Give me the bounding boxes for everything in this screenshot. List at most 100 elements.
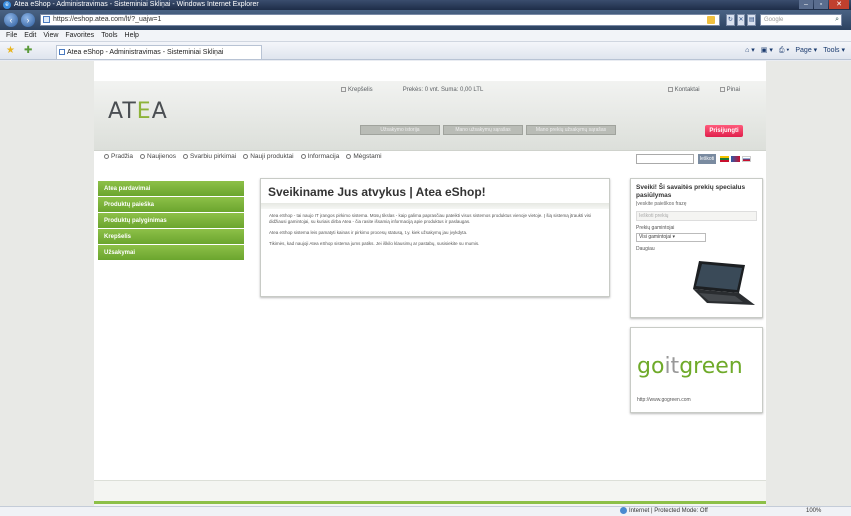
forward-button[interactable]: › <box>21 13 35 27</box>
cart-totals: Prekės: 0 vnt. Suma: 0,00 LTL <box>402 87 484 93</box>
cart-link[interactable]: Krepšelis <box>341 87 373 93</box>
window-title: Atea eShop - Administravimas - Sistemini… <box>14 1 259 8</box>
flag-lt-icon[interactable] <box>720 156 729 162</box>
leftnav-item-product-search[interactable]: Produktų paieška <box>98 197 244 213</box>
favorites-star-icon[interactable]: ★ <box>6 45 15 57</box>
close-button[interactable]: ✕ <box>829 0 849 9</box>
menu-help[interactable]: Help <box>125 30 139 41</box>
subnav-new-products[interactable]: Nauji produktai <box>243 153 294 160</box>
menu-edit[interactable]: Edit <box>24 30 36 41</box>
login-button[interactable]: Prisijungti <box>705 125 743 137</box>
welcome-title: Sveikiname Jus atvykus | Atea eShop! <box>268 185 486 199</box>
welcome-paragraph: Atea eShop sistema leis pamatyti kainas … <box>269 230 468 235</box>
atea-logo[interactable]: ATEA <box>108 99 168 124</box>
page-icon <box>43 16 50 23</box>
contacts-icon <box>667 87 673 92</box>
leftnav-item-cart[interactable]: Krepšelis <box>98 229 244 245</box>
my-orders-button[interactable]: Mano užsakymų sąrašas <box>443 125 523 135</box>
ie-icon: e <box>3 1 11 9</box>
subnav-home[interactable]: Pradžia <box>104 153 133 160</box>
bullet-icon <box>182 153 188 159</box>
favorites-bar: ★ ✚ Atea eShop - Administravimas - Siste… <box>0 42 851 60</box>
more-link[interactable]: Daugiau <box>631 246 762 252</box>
tools-menu[interactable]: Tools ▾ <box>823 45 845 57</box>
lock-icon[interactable] <box>707 16 715 24</box>
browser-tab[interactable]: Atea eShop - Administravimas - Sistemini… <box>56 45 262 59</box>
pins-link[interactable]: Pinai <box>719 87 740 93</box>
browser-tab-title: Atea eShop - Administravimas - Sistemini… <box>67 49 224 56</box>
refresh-icon[interactable]: ↻ <box>726 14 735 26</box>
menu-favorites[interactable]: Favorites <box>65 30 94 41</box>
subnav-news[interactable]: Naujienos <box>140 153 176 160</box>
leftnav-item-sales[interactable]: Atea pardavimai <box>98 181 244 197</box>
page-menu[interactable]: Page ▾ <box>795 45 817 57</box>
browser-search-placeholder: Google <box>764 17 784 23</box>
manufacturer-label: Prekių gamintojai <box>636 225 675 231</box>
browser-search-input[interactable]: Google ⌕ <box>760 14 842 26</box>
site-header: ATEA Krepšelis Prekės: 0 vnt. Suma: 0,00… <box>94 81 766 151</box>
window-controls: – ▫ ✕ <box>798 0 849 10</box>
pins-icon <box>719 87 725 92</box>
address-input[interactable]: https://eshop.atea.com/lt/?_uajw=1 <box>40 14 720 26</box>
flag-en-icon[interactable] <box>731 156 740 162</box>
cart-summary: Krepšelis Prekės: 0 vnt. Suma: 0,00 LTL <box>341 87 483 93</box>
menu-file[interactable]: File <box>6 30 17 41</box>
stop-icon[interactable]: ✕ <box>736 14 746 26</box>
gogreen-logo[interactable]: goitgreen <box>637 354 743 379</box>
contacts-link[interactable]: Kontaktai <box>667 87 700 93</box>
menu-bar: File Edit View Favorites Tools Help <box>0 30 851 42</box>
menu-view[interactable]: View <box>43 30 58 41</box>
search-icon[interactable]: ⌕ <box>835 16 839 24</box>
bullet-icon <box>104 153 109 159</box>
manufacturer-select[interactable]: Visi gamintojai ▾ <box>636 233 706 242</box>
header-buttons: Užsakymo istorija Mano užsakymų sąrašas … <box>360 125 616 135</box>
address-text: https://eshop.atea.com/lt/?_uajw=1 <box>53 16 162 23</box>
address-tools: ↻ ✕ ▤ <box>726 14 757 26</box>
feeds-icon[interactable]: ▣ ▾ <box>761 45 773 57</box>
gogreen-box[interactable]: goitgreen http://www.gogreen.com <box>630 327 763 413</box>
window-titlebar: e Atea eShop - Administravimas - Sistemi… <box>0 0 851 10</box>
leftnav-item-orders[interactable]: Užsakymai <box>98 245 244 261</box>
back-button[interactable]: ‹ <box>4 13 18 27</box>
print-icon[interactable]: ⎙ ▾ <box>779 45 790 57</box>
footer-green-line <box>94 501 766 504</box>
security-zone[interactable]: Internet | Protected Mode: Off <box>620 507 708 516</box>
language-flags <box>720 156 751 162</box>
gogreen-link[interactable]: http://www.gogreen.com <box>637 397 691 403</box>
subnav-favorites[interactable]: Mėgstami <box>346 153 382 160</box>
welcome-panel: Sveikiname Jus atvykus | Atea eShop! Ate… <box>260 178 610 297</box>
status-bar: Internet | Protected Mode: Off 100% <box>0 506 851 516</box>
site-search-button[interactable]: Ieškoti <box>698 154 716 164</box>
zoom-level[interactable]: 100% <box>806 507 821 516</box>
offer-search-field[interactable]: Ieškoti prekių <box>636 211 757 221</box>
leftnav-item-compare[interactable]: Produktų palyginimas <box>98 213 244 229</box>
address-bar-row: ‹ › https://eshop.atea.com/lt/?_uajw=1 ↻… <box>0 10 851 30</box>
home-icon[interactable]: ⌂ ▾ <box>745 45 755 57</box>
page-viewport: ATEA Krepšelis Prekės: 0 vnt. Suma: 0,00… <box>0 61 851 506</box>
compat-icon[interactable]: ▤ <box>747 14 757 26</box>
globe-icon <box>620 507 627 514</box>
special-offer-title: Sveiki! Ši savaitės prekių specialus pas… <box>636 184 746 199</box>
subnav-info[interactable]: Informacija <box>300 153 339 160</box>
laptop-image[interactable] <box>685 259 757 311</box>
bullet-icon <box>346 153 352 159</box>
special-offer-subtitle: Įveskite paieškos frazę <box>636 201 687 207</box>
bullet-icon <box>300 153 306 159</box>
add-favorites-icon[interactable]: ✚ <box>24 45 32 57</box>
special-offer-box: Sveiki! Ši savaitės prekių specialus pas… <box>630 178 763 318</box>
menu-tools[interactable]: Tools <box>101 30 117 41</box>
my-product-orders-button[interactable]: Mano prekių užsakymų sąrašas <box>526 125 616 135</box>
left-navigation: Atea pardavimai Produktų paieška Produkt… <box>98 181 244 261</box>
site-search-input[interactable] <box>636 154 694 164</box>
sub-navigation: Pradžia Naujienos Svarbiu pirkimai Nauji… <box>104 153 382 160</box>
flag-ru-icon[interactable] <box>742 156 751 162</box>
welcome-paragraph: Tikimės, kad naujoji Atea eShop sistema … <box>269 241 480 246</box>
order-history-button[interactable]: Užsakymo istorija <box>360 125 440 135</box>
minimize-button[interactable]: – <box>799 0 813 9</box>
subnav-important[interactable]: Svarbiu pirkimai <box>182 153 236 160</box>
cart-icon <box>341 87 346 92</box>
maximize-button[interactable]: ▫ <box>814 0 828 9</box>
site-container: ATEA Krepšelis Prekės: 0 vnt. Suma: 0,00… <box>94 61 766 506</box>
command-bar: ⌂ ▾ ▣ ▾ ⎙ ▾ Page ▾ Tools ▾ <box>745 45 845 57</box>
bullet-icon <box>243 153 249 159</box>
